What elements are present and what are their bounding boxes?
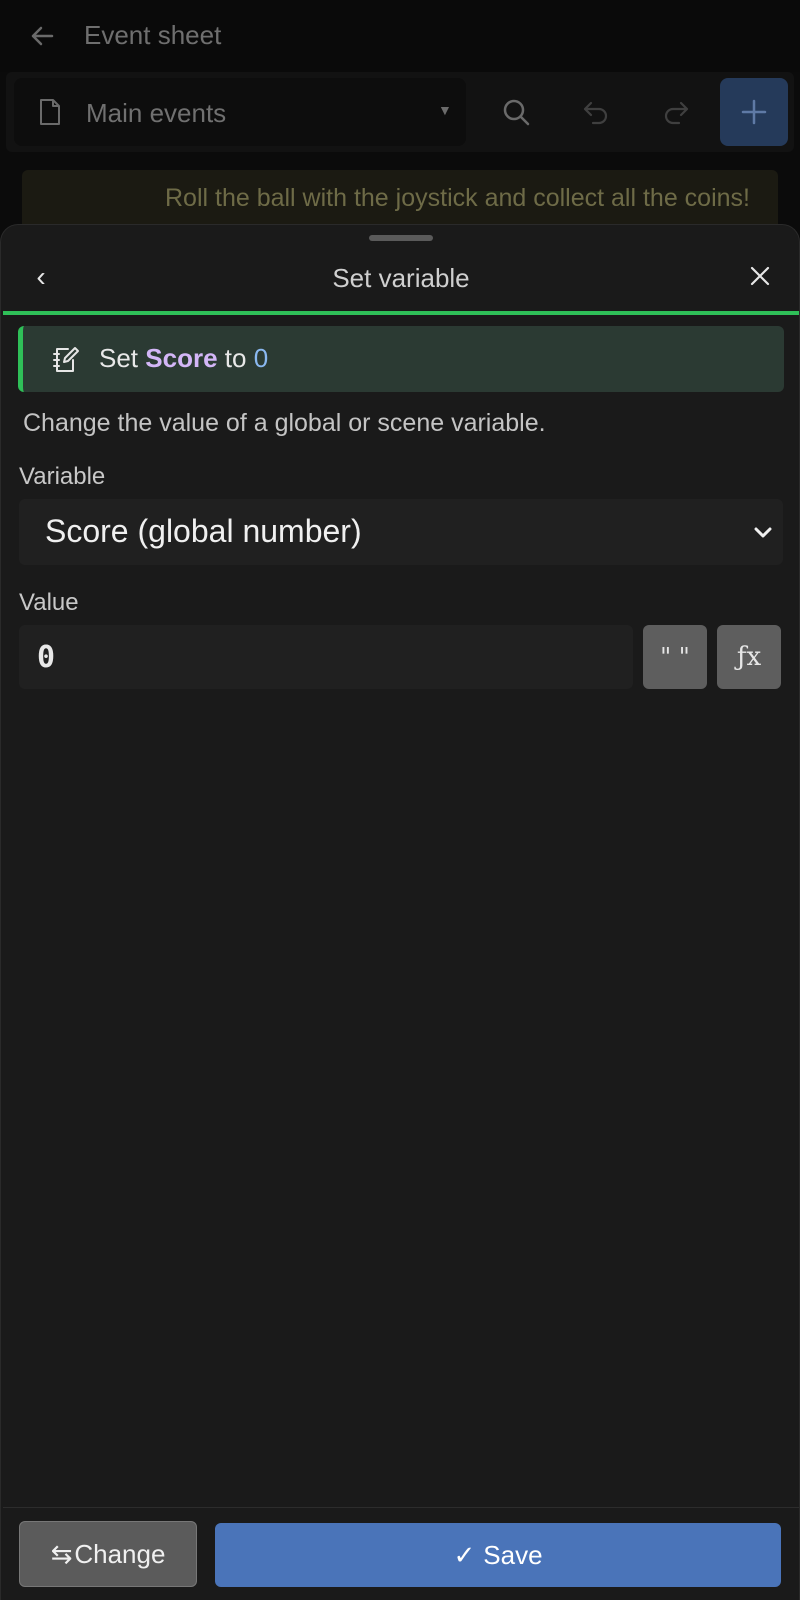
undo-icon: [583, 101, 608, 125]
text-mode-button[interactable]: " ": [643, 625, 707, 689]
save-button[interactable]: ✓ Save: [215, 1523, 781, 1587]
summary-variable-token: Score: [145, 343, 218, 373]
arrow-left-icon[interactable]: [26, 20, 58, 52]
accent-divider: [3, 311, 799, 315]
search-button[interactable]: [482, 78, 550, 146]
redo-icon: [664, 101, 689, 125]
change-button[interactable]: ⇆ Change: [19, 1521, 197, 1587]
check-icon: ✓: [453, 1539, 476, 1570]
summary-prefix: Set: [99, 343, 139, 373]
file-icon: [40, 99, 60, 125]
swap-icon: ⇆: [50, 1538, 73, 1569]
sheet-selector[interactable]: Main events ▼: [14, 78, 466, 146]
variable-label: Variable: [19, 463, 106, 490]
close-icon[interactable]: [745, 261, 775, 291]
sheet-selector-label: Main events: [86, 98, 227, 128]
search-icon: [503, 99, 530, 126]
redo-button[interactable]: [642, 78, 710, 146]
drag-handle[interactable]: [369, 235, 433, 241]
page-title: Event sheet: [84, 20, 222, 50]
add-event-button[interactable]: [720, 78, 788, 146]
dialog-title: Set variable: [332, 263, 470, 293]
undo-button[interactable]: [562, 78, 630, 146]
banner-text: Roll the ball with the joystick and coll…: [164, 184, 750, 212]
summary-value-token: 0: [253, 343, 269, 373]
footer-divider: [3, 1507, 799, 1508]
chevron-down-icon: [754, 527, 772, 538]
caret-down-icon: ▼: [438, 102, 452, 118]
set-variable-sheet: ‹ Set variable Set Score to 0 Change the…: [0, 224, 800, 1600]
app-header: Event sheet: [0, 0, 800, 72]
event-toolbar: Main events ▼: [6, 72, 794, 152]
value-input[interactable]: [19, 625, 633, 689]
variable-select[interactable]: Score (global number): [19, 499, 783, 565]
value-label: Value: [19, 589, 79, 616]
variable-select-value: Score (global number): [45, 513, 362, 549]
summary-middle: to: [224, 343, 247, 373]
plus-icon: [741, 99, 767, 125]
summary-sentence: Set Score to 0: [99, 343, 268, 374]
save-button-label: Save: [483, 1539, 543, 1570]
comment-banner: Roll the ball with the joystick and coll…: [22, 170, 778, 230]
action-summary: Set Score to 0: [18, 326, 784, 392]
expression-mode-button[interactable]: ƒx: [717, 625, 781, 689]
edit-note-icon: [53, 347, 79, 372]
change-button-label: Change: [74, 1538, 166, 1569]
action-description: Change the value of a global or scene va…: [23, 409, 546, 437]
